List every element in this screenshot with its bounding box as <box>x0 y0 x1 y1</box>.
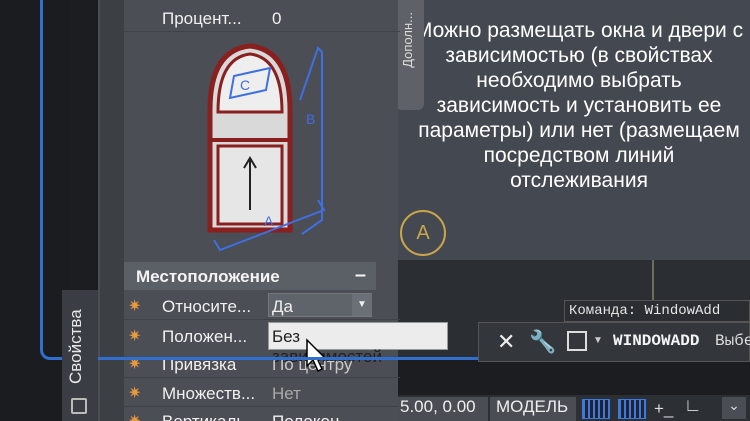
close-icon[interactable]: ✕ <box>497 329 515 355</box>
sun-icon: ✷ <box>128 385 142 402</box>
properties-tab-label: Свойства <box>66 309 85 384</box>
wrench-icon[interactable]: 🔧 <box>529 329 556 355</box>
snap-icon[interactable] <box>618 399 646 419</box>
more-icon[interactable]: ⌄ <box>722 397 746 419</box>
coordinates-readout: 5.00, 0.00 <box>398 397 488 421</box>
property-value: Нет <box>272 384 301 403</box>
command-text: WINDOWADD <box>613 332 700 350</box>
property-label: Вертикаль... <box>162 412 259 421</box>
command-history-text: Команда: WindowAdd <box>569 303 721 319</box>
panel-icon[interactable] <box>71 398 87 414</box>
command-prompt: Выбе <box>715 332 750 350</box>
screen: A Можно размещать окна и двери с зависим… <box>0 0 750 421</box>
ortho-icon[interactable]: ∟ <box>684 395 714 419</box>
command-bar[interactable]: ✕ 🔧 ▼ WINDOWADD Выбе <box>478 322 750 362</box>
property-row-vertical[interactable]: ✷ Вертикаль... Полокон... <box>124 407 400 421</box>
chevron-down-icon[interactable]: ▼ <box>593 335 603 346</box>
command-icon[interactable] <box>567 331 587 351</box>
properties-vertical-tab[interactable]: Свойства <box>62 290 98 421</box>
model-button[interactable]: МОДЕЛЬ <box>490 397 576 421</box>
status-bar: 5.00, 0.00 МОДЕЛЬ +_ ∟ ⌄ <box>398 395 750 421</box>
property-row-multiple[interactable]: ✷ Множеств... Нет <box>124 379 400 407</box>
sun-icon: ✷ <box>128 411 141 421</box>
property-value: Полокон... <box>272 412 354 421</box>
property-label: Множеств... <box>162 384 256 403</box>
plus-icon[interactable]: +_ <box>654 399 678 419</box>
grid-icon[interactable] <box>582 399 610 419</box>
command-history: Команда: WindowAdd <box>564 300 750 322</box>
